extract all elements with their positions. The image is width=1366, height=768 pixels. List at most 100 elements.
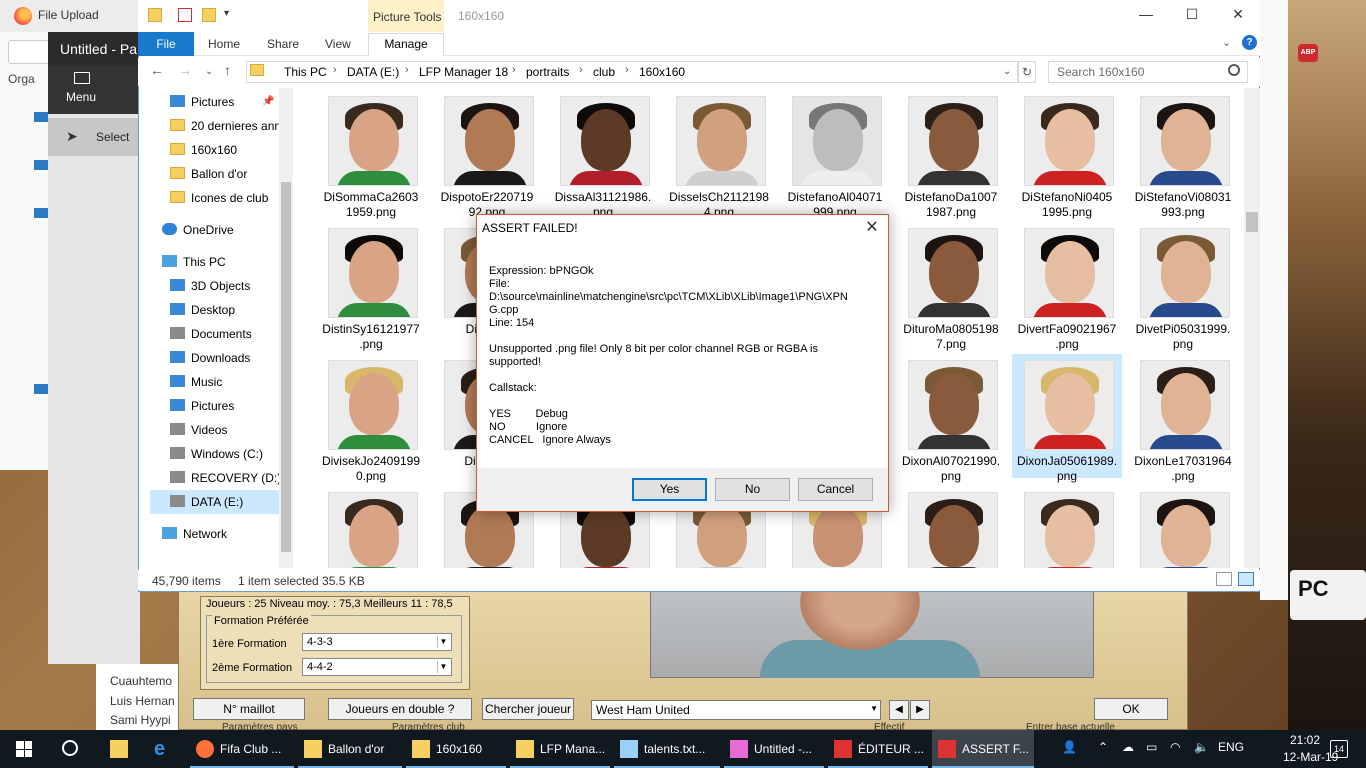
edge-icon[interactable]: e [154,738,165,761]
nav-item[interactable]: Music [150,370,280,394]
taskbar-item[interactable]: ASSERT F... [932,730,1034,768]
breadcrumb-item[interactable]: LFP Manager 18 [419,65,508,79]
nav-item[interactable]: OneDrive [142,218,272,242]
yes-button[interactable]: Yes [632,478,707,501]
taskbar-item[interactable]: 160x160 [406,730,506,768]
chevron-right-icon[interactable]: › [405,64,409,76]
breadcrumb-item[interactable]: portraits [526,65,569,79]
cancel-button[interactable]: Cancel [798,478,873,501]
nav-item[interactable]: DATA (E:) [150,490,280,514]
paint-titlebar[interactable]: Untitled - Pa [48,32,140,66]
weather-icon[interactable]: ☁ [1122,740,1134,754]
properties-icon[interactable] [178,8,192,22]
nav-item[interactable]: Pictures [150,90,280,114]
tab-home[interactable]: Home [208,37,240,51]
clock-time[interactable]: 21:02 [1290,733,1320,747]
formation1-select[interactable]: 4-3-3 ▼ [302,633,452,651]
search-player-button[interactable]: Chercher joueur [482,698,574,720]
file-scrollbar-thumb[interactable] [1246,212,1258,232]
file-scrollbar[interactable] [1244,88,1260,568]
file-tile[interactable]: DissaAl31121986. png [548,90,658,219]
previous-team-button[interactable]: ◀ [889,700,909,720]
team-select[interactable]: West Ham United ▼ [591,700,881,720]
explorer-titlebar[interactable] [138,0,1260,32]
no-button[interactable]: No [715,478,790,501]
file-tile[interactable]: DisselsCh2112198 4.png [664,90,774,219]
file-tile[interactable] [1012,486,1122,568]
nav-item[interactable]: Desktop [150,298,280,322]
chevron-down-icon[interactable]: ⌄ [1003,66,1011,77]
back-button[interactable]: ← [150,62,164,78]
tab-view[interactable]: View [325,37,351,51]
breadcrumb-item[interactable]: 160x160 [639,65,685,79]
refresh-button[interactable]: ↻ [1018,61,1036,83]
nav-item[interactable]: Network [142,522,272,546]
search-input[interactable]: Search 160x160 [1048,61,1248,83]
file-tile[interactable]: DistefanoDa1007 1987.png [896,90,1006,219]
file-tile[interactable]: DixonLe17031964 .png [1128,354,1238,483]
file-tile[interactable]: DiStefanoVi08031 993.png [1128,90,1238,219]
up-button[interactable]: ↑ [224,62,231,78]
help-icon[interactable]: ? [1242,35,1257,50]
language-indicator[interactable]: ENG [1218,740,1244,754]
people-icon[interactable]: 👤 [1062,740,1077,754]
details-view-icon[interactable] [1216,572,1232,586]
adblock-icon[interactable]: ABP [1298,44,1318,62]
breadcrumb-item[interactable]: club [593,65,615,79]
quick-access-dropdown-icon[interactable]: ▾ [224,8,229,19]
pin-icon[interactable]: 📌 [262,96,274,107]
file-tile[interactable]: DiStefanoNi0405 1995.png [1012,90,1122,219]
folder-icon[interactable] [148,8,162,22]
chevron-up-icon[interactable]: ⌃ [1098,740,1108,754]
nav-item[interactable]: 3D Objects [150,274,280,298]
duplicate-players-button[interactable]: Joueurs en double ? [328,698,472,720]
file-tile[interactable] [896,486,1006,568]
nav-item[interactable]: Ballon d'or [150,162,280,186]
search-icon[interactable] [62,740,78,756]
nav-item[interactable]: Icones de club [150,186,280,210]
new-folder-icon[interactable] [202,8,216,22]
nav-item[interactable]: RECOVERY (D:) [150,466,281,490]
file-tile[interactable] [1128,486,1238,568]
nav-item[interactable]: 160x160 [150,138,280,162]
next-team-button[interactable]: ▶ [910,700,930,720]
nav-item[interactable]: Downloads [150,346,280,370]
battery-icon[interactable]: ▭ [1146,740,1157,754]
nav-item[interactable]: Videos [150,418,280,442]
taskbar-item[interactable]: ÉDITEUR ... [828,730,928,768]
network-tray-icon[interactable]: ◠ [1170,740,1180,754]
file-tile[interactable]: DituroMa0805198 7.png [896,222,1006,351]
file-tile[interactable]: DispotoEr220719 92.png [432,90,542,219]
paint-menu-button[interactable]: Menu [66,90,96,104]
breadcrumb-item[interactable]: DATA (E:) [347,65,399,79]
nav-item[interactable]: 20 dernieres ann [150,114,281,138]
file-tile[interactable]: DixonJa05061989. png [1012,354,1122,483]
chevron-right-icon[interactable]: › [579,64,583,76]
file-tile[interactable]: DivetPi05031999. png [1128,222,1238,351]
taskbar-item[interactable]: Ballon d'or [298,730,402,768]
minimize-button[interactable]: — [1126,6,1166,26]
file-tile[interactable] [316,486,426,568]
tab-manage[interactable]: Manage [368,33,444,56]
file-tile[interactable]: DixonAl07021990. png [896,354,1006,483]
maximize-button[interactable]: ☐ [1172,6,1212,26]
file-tile[interactable]: DiSommaCa2603 1959.png [316,90,426,219]
nav-item[interactable]: This PC [142,250,272,274]
nav-scrollbar-thumb[interactable] [281,182,291,552]
chevron-right-icon[interactable]: › [512,64,516,76]
close-button[interactable]: ✕ [1218,6,1258,26]
taskbar-item[interactable]: Fifa Club ... [190,730,294,768]
formation2-select[interactable]: 4-4-2 ▼ [302,658,452,676]
ribbon-expand-icon[interactable]: ⌄ [1222,36,1231,49]
notifications-icon[interactable]: 14 [1330,740,1348,758]
tab-file[interactable]: File [138,32,194,56]
large-icons-view-icon[interactable] [1238,572,1254,586]
chevron-right-icon[interactable]: › [333,64,337,76]
taskbar-item[interactable]: talents.txt... [614,730,720,768]
file-tile[interactable]: DistefanoAl04071 999.png [780,90,890,219]
volume-icon[interactable]: 🔈 [1194,740,1209,754]
taskbar-item[interactable]: Untitled -... [724,730,824,768]
nav-item[interactable]: Documents [150,322,280,346]
chevron-right-icon[interactable]: › [625,64,629,76]
nav-item[interactable]: Pictures [150,394,280,418]
